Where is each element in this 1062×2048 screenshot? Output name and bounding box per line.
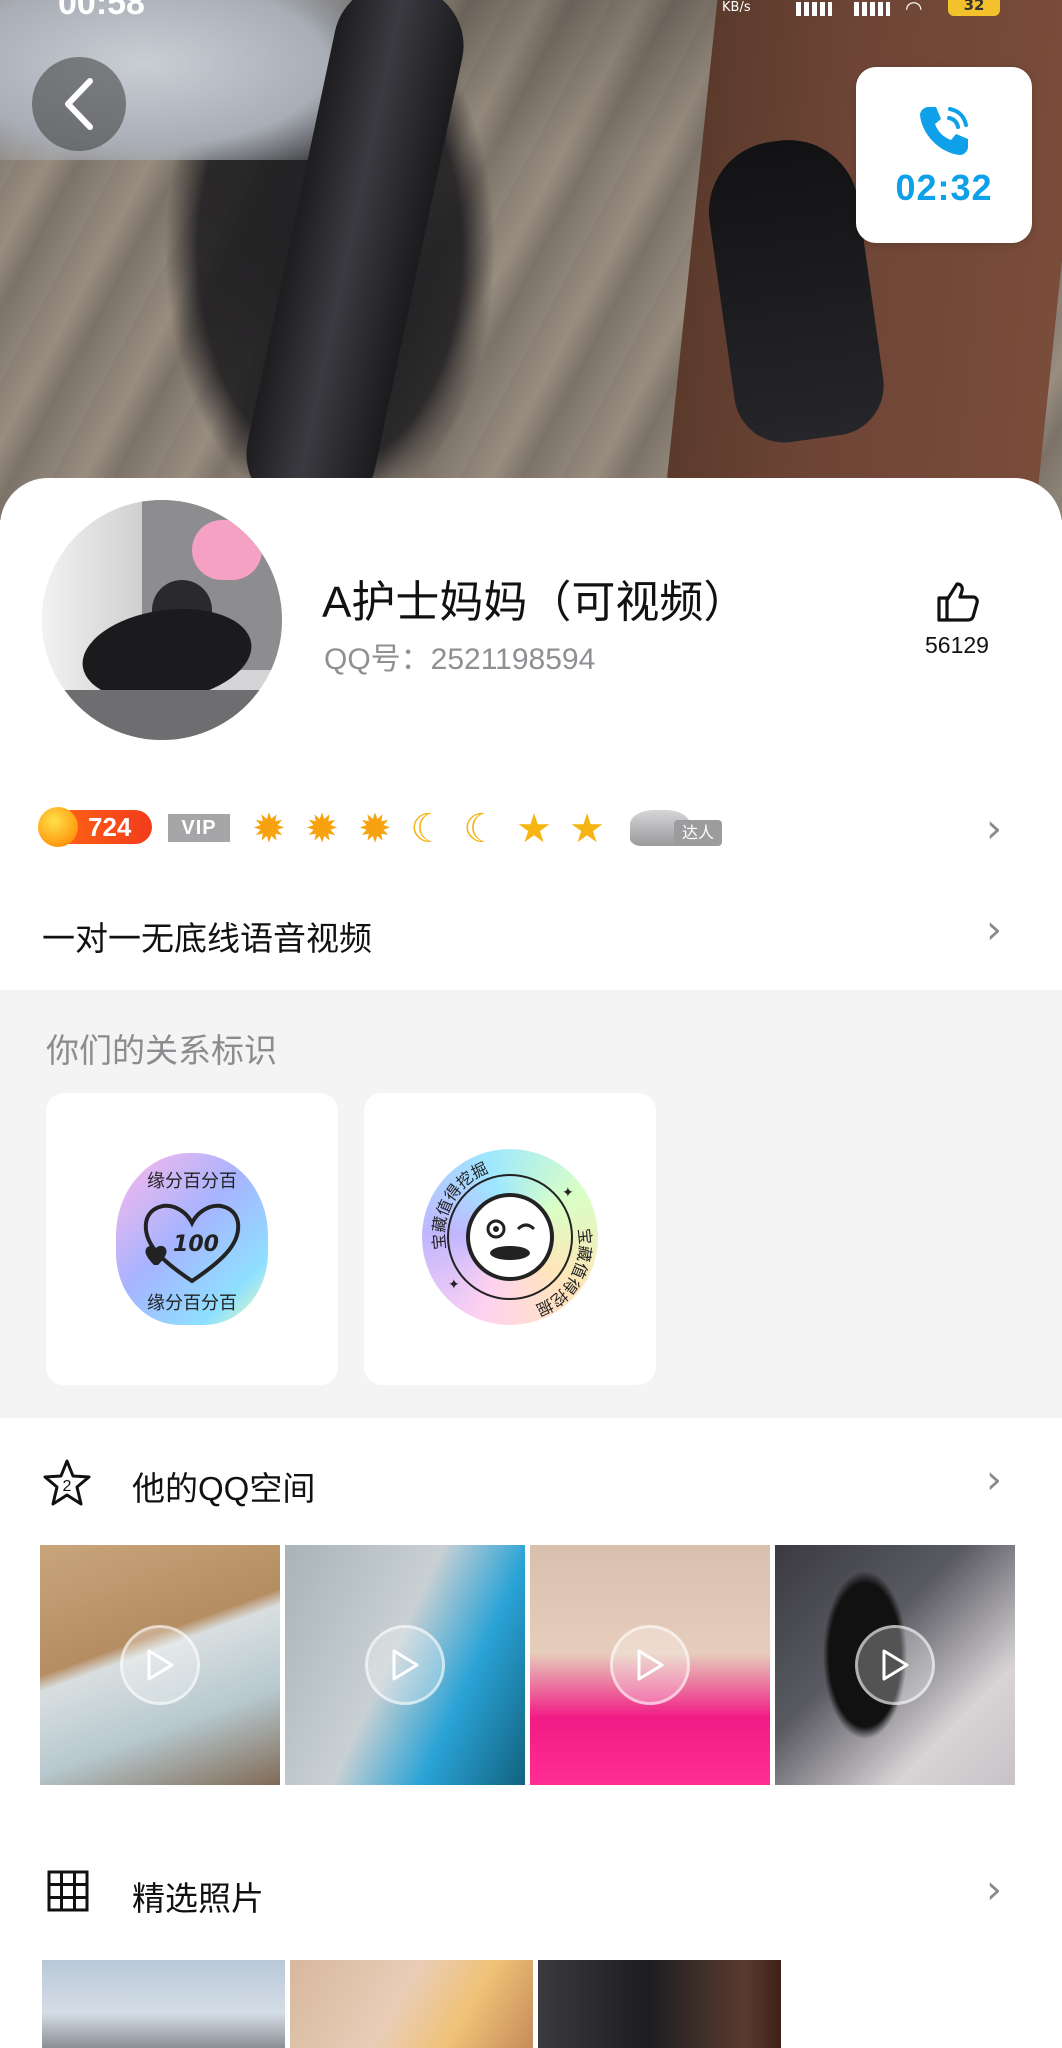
phone-icon bbox=[920, 107, 968, 155]
profile-name: A护士妈妈（可视频） bbox=[322, 578, 748, 627]
cellular-signal-2-icon bbox=[854, 2, 890, 16]
chevron-right-icon: › bbox=[986, 1457, 1002, 1503]
svg-text:缘分百分百: 缘分百分百 bbox=[147, 1293, 237, 1314]
avatar[interactable] bbox=[42, 500, 282, 740]
status-time: 00:58 bbox=[58, 0, 145, 22]
level-sun-icon: ✹ bbox=[305, 806, 339, 852]
status-bar: 00:58 KB/s ◠ 32 bbox=[0, 0, 1062, 24]
wifi-icon: ◠ bbox=[905, 0, 923, 20]
daren-badge: 达人 bbox=[630, 806, 724, 852]
level-moon-icon: ☾ bbox=[410, 806, 446, 852]
treasure-badge-art: 宝藏值得挖掘 宝藏值得挖掘 ✦ ✦ bbox=[429, 1159, 595, 1320]
level-star-icon: ★ bbox=[516, 806, 552, 852]
thumbs-up-icon bbox=[937, 582, 979, 622]
sun-level-value: 724 bbox=[88, 812, 132, 842]
fate-100-badge-art: 缘分百分百 100 缘分百分百 bbox=[143, 1171, 241, 1314]
chevron-right-icon[interactable]: › bbox=[986, 910, 1002, 950]
play-icon bbox=[120, 1625, 200, 1705]
signature-text[interactable]: 一对一无底线语音视频 bbox=[42, 912, 372, 960]
treasure-badge-icon: 宝藏值得挖掘 宝藏值得挖掘 ✦ ✦ bbox=[422, 1149, 598, 1325]
like-button[interactable]: 56129 bbox=[916, 578, 998, 659]
play-icon bbox=[610, 1625, 690, 1705]
ongoing-call-card[interactable]: 02:32 bbox=[856, 67, 1032, 243]
level-moon-icon: ☾ bbox=[463, 806, 499, 852]
daren-label: 达人 bbox=[674, 820, 722, 846]
fate-100-badge-icon: 缘分百分百 100 缘分百分百 bbox=[116, 1153, 268, 1325]
relationship-badge-card[interactable]: 缘分百分百 100 缘分百分百 bbox=[46, 1093, 338, 1385]
featured-photo-thumb[interactable] bbox=[538, 1960, 781, 2048]
chevron-right-icon: › bbox=[986, 1867, 1002, 1913]
qzone-video-thumb[interactable] bbox=[40, 1545, 280, 1785]
qzone-title: 他的QQ空间 bbox=[132, 1470, 316, 1507]
call-duration: 02:32 bbox=[895, 167, 993, 208]
level-sun-icon: ✹ bbox=[358, 806, 392, 852]
relationship-badge-card[interactable]: 宝藏值得挖掘 宝藏值得挖掘 ✦ ✦ bbox=[364, 1093, 656, 1385]
level-sun-icon: ✹ bbox=[252, 806, 286, 852]
qq-number: QQ号：2521198594 bbox=[324, 643, 596, 676]
sun-level-badge: 724 bbox=[38, 807, 152, 847]
chevron-left-icon bbox=[65, 78, 93, 130]
vip-badge: VIP bbox=[168, 814, 230, 842]
qzone-video-thumb[interactable] bbox=[530, 1545, 770, 1785]
featured-photo-thumb[interactable] bbox=[42, 1960, 285, 2048]
relationship-title: 你们的关系标识 bbox=[46, 1032, 277, 1069]
cellular-signal-icon bbox=[796, 2, 832, 16]
like-count: 56129 bbox=[925, 632, 989, 658]
qzone-video-thumb[interactable] bbox=[285, 1545, 525, 1785]
back-button[interactable] bbox=[32, 57, 126, 151]
sun-icon bbox=[38, 807, 78, 847]
play-icon bbox=[855, 1625, 935, 1705]
play-icon bbox=[365, 1625, 445, 1705]
battery-icon: 32 bbox=[948, 0, 1000, 16]
qzone-video-thumb[interactable] bbox=[775, 1545, 1015, 1785]
featured-photo-thumb[interactable] bbox=[290, 1960, 533, 2048]
qzone-star-icon: 2 bbox=[43, 1459, 91, 1506]
badges-row[interactable]: 724 VIP ✹ ✹ ✹ ☾ ☾ ★ ★ 达人 bbox=[38, 806, 1020, 852]
svg-text:✦: ✦ bbox=[562, 1185, 574, 1201]
chevron-right-icon[interactable]: › bbox=[986, 809, 1002, 849]
svg-text:缘分百分百: 缘分百分百 bbox=[147, 1171, 237, 1192]
svg-text:✦: ✦ bbox=[448, 1277, 460, 1293]
svg-text:2: 2 bbox=[63, 1478, 72, 1495]
svg-text:100: 100 bbox=[173, 1232, 219, 1257]
featured-photos-title: 精选照片 bbox=[132, 1880, 264, 1917]
level-star-icon: ★ bbox=[569, 806, 605, 852]
status-net-speed: KB/s bbox=[722, 0, 751, 15]
grid-icon bbox=[47, 1870, 89, 1912]
